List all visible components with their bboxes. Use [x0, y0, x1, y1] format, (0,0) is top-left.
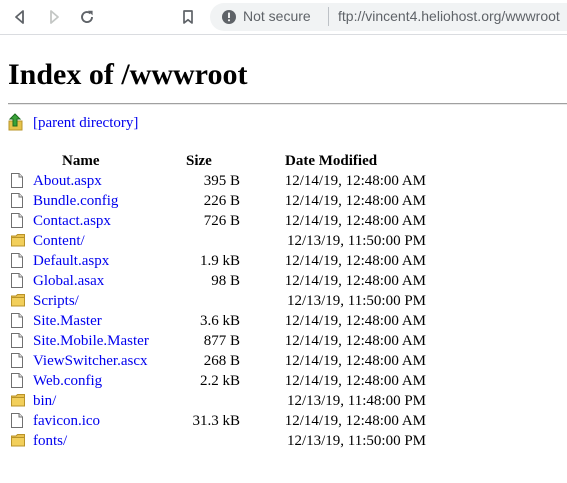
file-link[interactable]: ViewSwitcher.ascx — [33, 353, 148, 370]
date-modified: 12/13/19, 11:50:00 PM — [286, 293, 426, 309]
file-icon — [11, 313, 23, 333]
file-icon — [11, 213, 23, 233]
file-size: 395 B — [203, 173, 240, 189]
file-icon — [11, 353, 23, 373]
column-header-name: Name — [62, 153, 100, 169]
file-row: Bundle.config 226 B 12/14/19, 12:48:00 AM — [0, 191, 567, 211]
folder-icon — [11, 233, 25, 252]
reload-button[interactable] — [75, 5, 99, 29]
info-circle-icon[interactable] — [221, 9, 237, 25]
arrow-right-icon — [50, 10, 59, 24]
file-link[interactable]: Global.asax — [33, 273, 104, 290]
divider — [8, 103, 567, 105]
up-arrow-folder-icon — [8, 113, 23, 131]
file-list: About.aspx 395 B 12/14/19, 12:48:00 AM Bund… — [0, 171, 567, 451]
arrow-left-icon — [15, 10, 24, 24]
folder-link[interactable]: Scripts/ — [33, 293, 79, 310]
date-modified: 12/13/19, 11:48:00 PM — [286, 393, 426, 409]
file-icon — [11, 273, 23, 293]
file-icon — [11, 193, 23, 213]
file-row: Web.config 2.2 kB 12/14/19, 12:48:00 AM — [0, 371, 567, 391]
date-modified: 12/14/19, 12:48:00 AM — [284, 193, 426, 209]
file-link[interactable]: favicon.ico — [33, 413, 100, 430]
file-icon — [11, 253, 23, 273]
date-modified: 12/14/19, 12:48:00 AM — [284, 413, 426, 429]
file-size: 877 B — [203, 333, 240, 349]
file-link[interactable]: Default.aspx — [33, 253, 109, 270]
bookmark-icon — [183, 10, 193, 24]
file-row: Site.Master 3.6 kB 12/14/19, 12:48:00 AM — [0, 311, 567, 331]
file-size: 726 B — [203, 213, 240, 229]
file-size: 3.6 kB — [199, 313, 240, 329]
folder-link[interactable]: fonts/ — [33, 433, 67, 450]
forward-button[interactable] — [42, 5, 66, 29]
file-link[interactable]: About.aspx — [33, 173, 102, 190]
file-size: 31.3 kB — [192, 413, 240, 429]
file-row: bin/12/13/19, 11:48:00 PM — [0, 391, 567, 411]
file-size: 1.9 kB — [199, 253, 240, 269]
file-icon — [11, 413, 23, 433]
file-row: Global.asax 98 B 12/14/19, 12:48:00 AM — [0, 271, 567, 291]
file-row: About.aspx 395 B 12/14/19, 12:48:00 AM — [0, 171, 567, 191]
file-row: fonts/12/13/19, 11:50:00 PM — [0, 431, 567, 451]
file-size: 2.2 kB — [199, 373, 240, 389]
file-icon — [11, 333, 23, 353]
date-modified: 12/14/19, 12:48:00 AM — [284, 313, 426, 329]
file-row: favicon.ico 31.3 kB 12/14/19, 12:48:00 AM — [0, 411, 567, 431]
file-link[interactable]: Web.config — [33, 373, 102, 390]
url-text[interactable]: ftp://vincent4.heliohost.org/wwwroot — [338, 8, 560, 24]
page-title: Index of /wwwroot — [8, 58, 248, 91]
date-modified: 12/14/19, 12:48:00 AM — [284, 173, 426, 189]
reload-icon — [81, 10, 93, 23]
browser-toolbar: Not secure ftp://vincent4.heliohost.org/… — [0, 0, 567, 35]
folder-icon — [11, 433, 25, 452]
parent-directory-link[interactable]: [parent directory] — [33, 115, 138, 132]
bookmark-button[interactable] — [176, 5, 200, 29]
folder-link[interactable]: Content/ — [33, 233, 85, 250]
file-icon — [11, 373, 23, 393]
file-row: ViewSwitcher.ascx 268 B 12/14/19, 12:48:00… — [0, 351, 567, 371]
file-link[interactable]: Site.Master — [33, 313, 102, 330]
folder-icon — [11, 393, 25, 412]
file-link[interactable]: Contact.aspx — [33, 213, 111, 230]
file-row: Scripts/12/13/19, 11:50:00 PM — [0, 291, 567, 311]
column-header-date: Date Modified — [285, 153, 378, 169]
back-button[interactable] — [8, 5, 32, 29]
file-size: 98 B — [211, 273, 240, 289]
date-modified: 12/14/19, 12:48:00 AM — [284, 253, 426, 269]
date-modified: 12/14/19, 12:48:00 AM — [284, 373, 426, 389]
file-row: Site.Mobile.Master 877 B 12/14/19, 12:48:0… — [0, 331, 567, 351]
date-modified: 12/14/19, 12:48:00 AM — [284, 213, 426, 229]
file-size: 226 B — [203, 193, 240, 209]
address-bar[interactable]: Not secure ftp://vincent4.heliohost.org/… — [210, 3, 567, 31]
date-modified: 12/14/19, 12:48:00 AM — [284, 273, 426, 289]
file-row: Contact.aspx 726 B 12/14/19, 12:48:00 AM — [0, 211, 567, 231]
folder-icon — [11, 293, 25, 312]
security-label[interactable]: Not secure — [243, 8, 311, 24]
date-modified: 12/13/19, 11:50:00 PM — [286, 233, 426, 249]
date-modified: 12/14/19, 12:48:00 AM — [284, 333, 426, 349]
folder-link[interactable]: bin/ — [33, 393, 56, 410]
column-header-size: Size — [186, 153, 212, 169]
file-link[interactable]: Bundle.config — [33, 193, 118, 210]
file-size: 268 B — [203, 353, 240, 369]
file-link[interactable]: Site.Mobile.Master — [33, 333, 149, 350]
file-icon — [11, 173, 23, 193]
omnibox-divider — [328, 7, 329, 26]
date-modified: 12/13/19, 11:50:00 PM — [286, 433, 426, 449]
file-row: Default.aspx 1.9 kB 12/14/19, 12:48:00 AM — [0, 251, 567, 271]
file-row: Content/12/13/19, 11:50:00 PM — [0, 231, 567, 251]
date-modified: 12/14/19, 12:48:00 AM — [284, 353, 426, 369]
